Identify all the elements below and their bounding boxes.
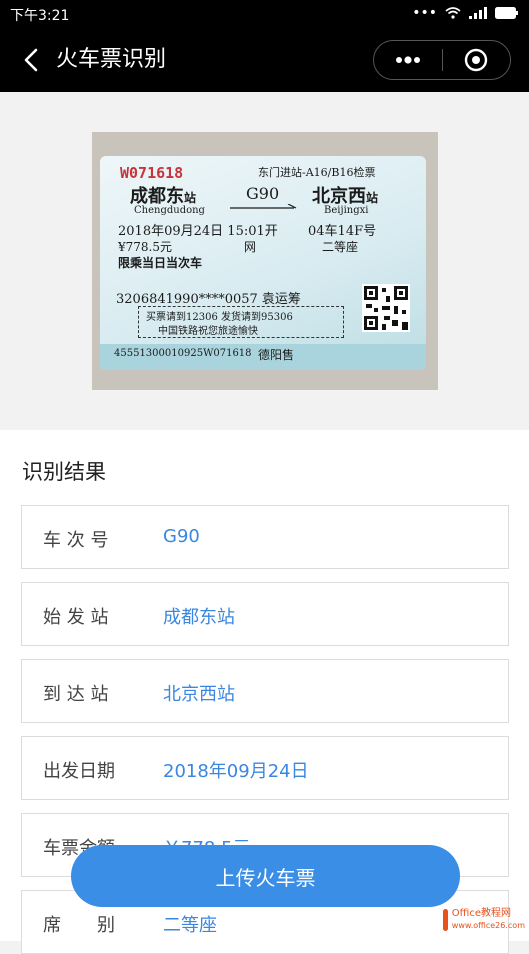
ticket-photo[interactable]: W071618 东门进站-A16/B16检票 成都东站 G90 北京西站 Che… (92, 132, 438, 390)
row-value: 2018年09月24日 (163, 761, 309, 782)
ticket-to-pinyin: Beijingxi (324, 205, 369, 216)
back-arrow-icon[interactable] (18, 44, 46, 76)
watermark-line-2: www.office26.com (451, 921, 525, 930)
result-title: 识别结果 (22, 460, 106, 484)
ticket-id-name: 3206841990****0057 袁运筹 (116, 292, 301, 307)
row-value: 北京西站 (163, 684, 235, 705)
ticket-card: W071618 东门进站-A16/B16检票 成都东站 G90 北京西站 Che… (100, 156, 426, 370)
status-icons: ••• (412, 5, 519, 21)
ticket-to-name: 北京西 (312, 186, 366, 207)
status-time: 下午3:21 (10, 8, 70, 24)
more-dots-icon (395, 56, 420, 64)
nav-bar: 火车票识别 (0, 28, 529, 92)
ticket-gate: 东门进站-A16/B16检票 (258, 166, 376, 179)
ticket-price: ¥778.5元 (118, 240, 172, 254)
ticket-notice-2: 中国铁路祝您旅途愉快 (158, 326, 258, 337)
ticket-train-no: G90 (246, 184, 280, 203)
more-dots-icon: ••• (412, 5, 437, 21)
battery-icon (495, 7, 518, 19)
qr-code-icon (362, 284, 410, 332)
ticket-notice-1: 买票请到12306 发货请到95306 (146, 312, 293, 323)
signal-icon (469, 7, 487, 19)
office-logo-icon (443, 909, 448, 931)
status-bar: 下午3:21 ••• (0, 0, 529, 28)
ticket-bottom-code: 45551300010925W071618 (114, 348, 252, 359)
ticket-station-suffix-2: 站 (366, 191, 379, 205)
row-value: G90 (163, 526, 200, 547)
ticket-seat-class: 二等座 (322, 240, 359, 254)
ticket-arrow-icon (230, 204, 297, 209)
row-label: 车 次 号 (43, 530, 109, 551)
row-label: 始 发 站 (43, 607, 109, 628)
watermark-line-1: Office教程网 (451, 908, 511, 919)
ticket-seat: 04车14F号 (308, 224, 377, 239)
ticket-date-time: 2018年09月24日 15:01开 (118, 224, 278, 239)
row-label: 席 别 (43, 915, 115, 936)
ticket-from-pinyin: Chengdudong (134, 205, 205, 216)
ticket-limit: 限乘当日当次车 (118, 256, 203, 270)
close-miniprogram-button[interactable] (443, 41, 511, 79)
row-value: 二等座 (163, 915, 217, 936)
upload-ticket-button[interactable]: 上传火车票 (71, 845, 460, 907)
watermark-text: Office教程网 www.office26.com (452, 908, 525, 932)
result-row-from-station: 始 发 站 成都东站 (21, 582, 509, 646)
page-title: 火车票识别 (56, 47, 167, 72)
wifi-icon (445, 7, 461, 19)
result-row-to-station: 到 达 站 北京西站 (21, 659, 509, 723)
miniprogram-capsule (373, 40, 511, 80)
ticket-station-suffix: 站 (184, 191, 197, 205)
result-row-date: 出发日期 2018年09月24日 (21, 736, 509, 800)
ticket-from-name: 成都东 (130, 186, 184, 207)
watermark: Office教程网 www.office26.com (443, 903, 525, 937)
row-value: 成都东站 (163, 607, 235, 628)
target-circle-icon (465, 48, 488, 72)
result-row-train-no: 车 次 号 G90 (21, 505, 509, 569)
ticket-sold-at: 德阳售 (258, 348, 295, 362)
more-options-button[interactable] (374, 41, 442, 79)
row-label: 出发日期 (43, 761, 115, 782)
row-label: 到 达 站 (43, 684, 109, 705)
ticket-channel: 网 (244, 240, 257, 254)
ticket-serial: W071618 (120, 164, 184, 182)
